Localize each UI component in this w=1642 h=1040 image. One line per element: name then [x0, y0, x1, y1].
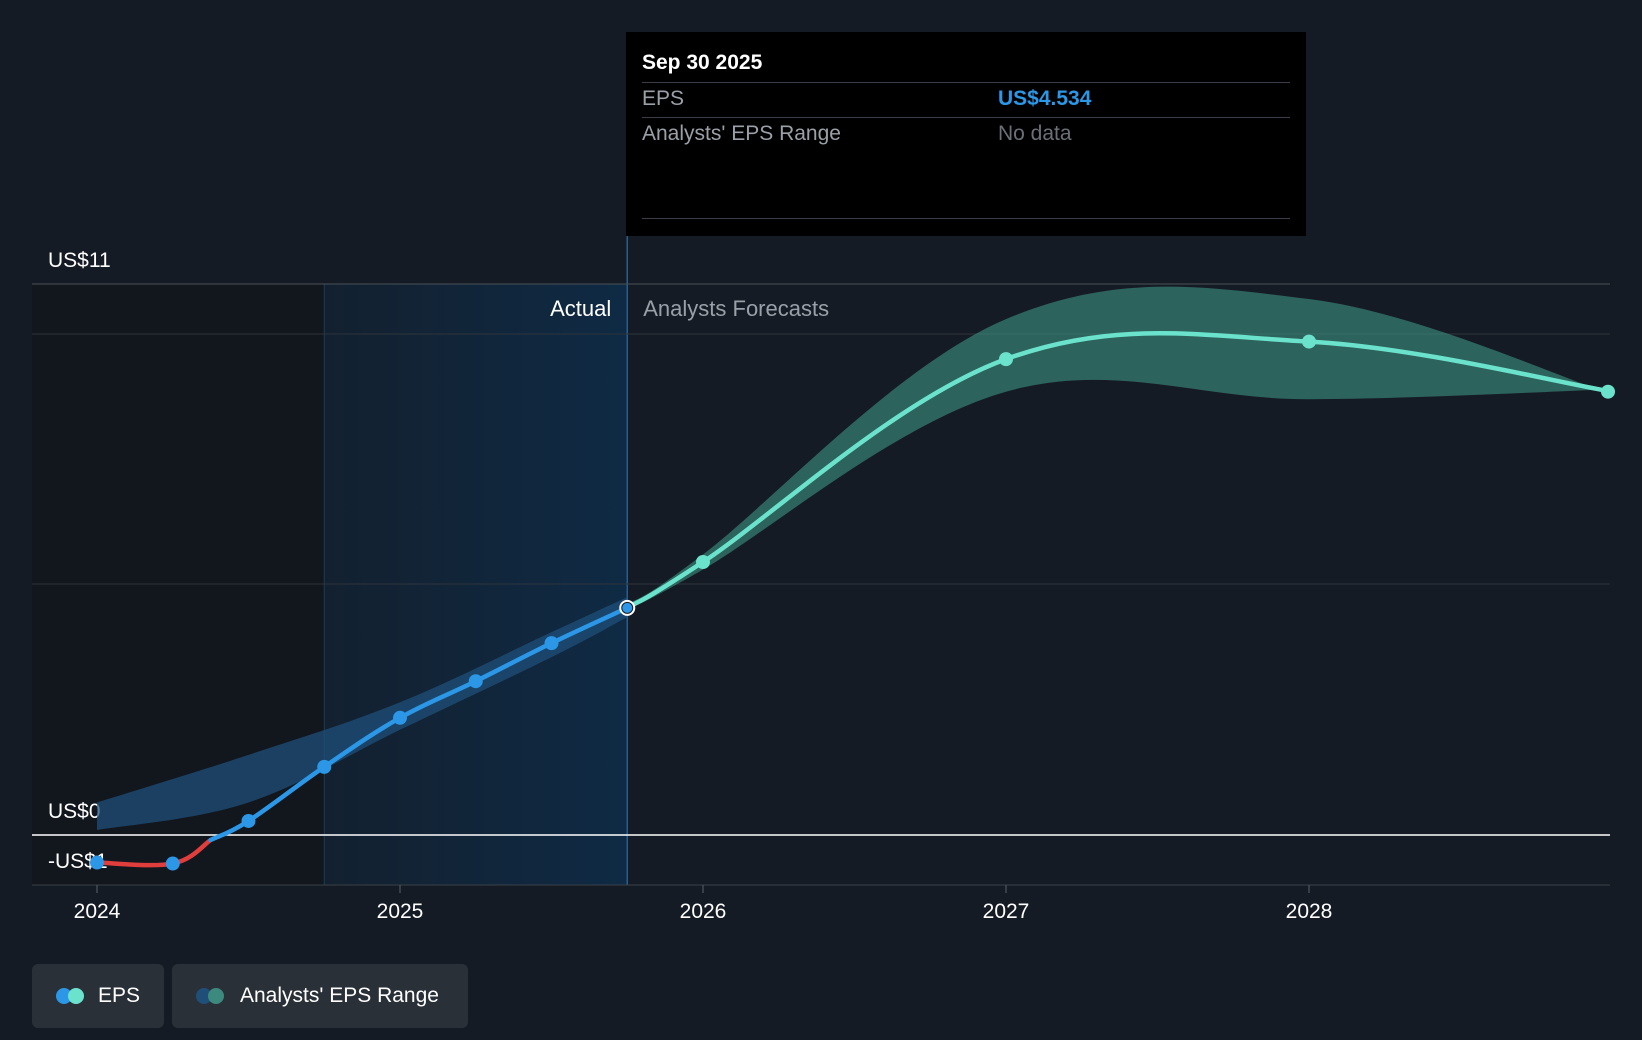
range-legend-icon [196, 988, 226, 1004]
x-tick-label-1: 2025 [377, 900, 424, 923]
legend-eps[interactable]: EPS [32, 964, 164, 1028]
x-tick-label-4: 2028 [1286, 900, 1333, 923]
x-tick-label-3: 2027 [983, 900, 1030, 923]
legend-range[interactable]: Analysts' EPS Range [172, 964, 468, 1028]
eps-forecast-point [1601, 384, 1615, 399]
eps-selected-point-core [622, 602, 633, 613]
y-tick-label-0: US$11 [48, 249, 111, 272]
tooltip-eps-value: US$4.534 [998, 87, 1092, 110]
x-tick-label-2: 2026 [680, 900, 727, 923]
eps-actual-point [393, 710, 407, 725]
tooltip-eps-label: EPS [642, 87, 685, 110]
tooltip: Sep 30 2025 EPS US$4.534 Analysts' EPS R… [626, 32, 1306, 236]
legend-eps-label: EPS [97, 984, 140, 1007]
eps-forecast-point [696, 555, 710, 570]
eps-actual-point [165, 856, 180, 871]
forecast-label: Analysts Forecasts [643, 296, 829, 321]
legend-range-label: Analysts' EPS Range [240, 984, 439, 1007]
eps-forecast-point [999, 352, 1013, 367]
eps-actual-point [317, 759, 332, 774]
tooltip-date: Sep 30 2025 [642, 46, 1290, 83]
y-tick-label-1: US$0 [48, 800, 101, 823]
tooltip-range-value: No data [998, 122, 1072, 145]
tooltip-divider [642, 218, 1290, 219]
actual-label: Actual [550, 296, 611, 321]
x-tick-label-0: 2024 [74, 900, 121, 923]
tooltip-range-label: Analysts' EPS Range [642, 122, 841, 145]
eps-actual-point [90, 855, 104, 870]
tooltip-range-row: Analysts' EPS Range No data [642, 118, 1290, 152]
eps-actual-point [241, 813, 256, 828]
eps-actual-point [468, 674, 483, 689]
tooltip-eps-row: EPS US$4.534 [642, 83, 1290, 118]
eps-legend-icon [56, 988, 84, 1004]
eps-forecast-point [1302, 334, 1316, 349]
eps-actual-point [544, 636, 559, 651]
